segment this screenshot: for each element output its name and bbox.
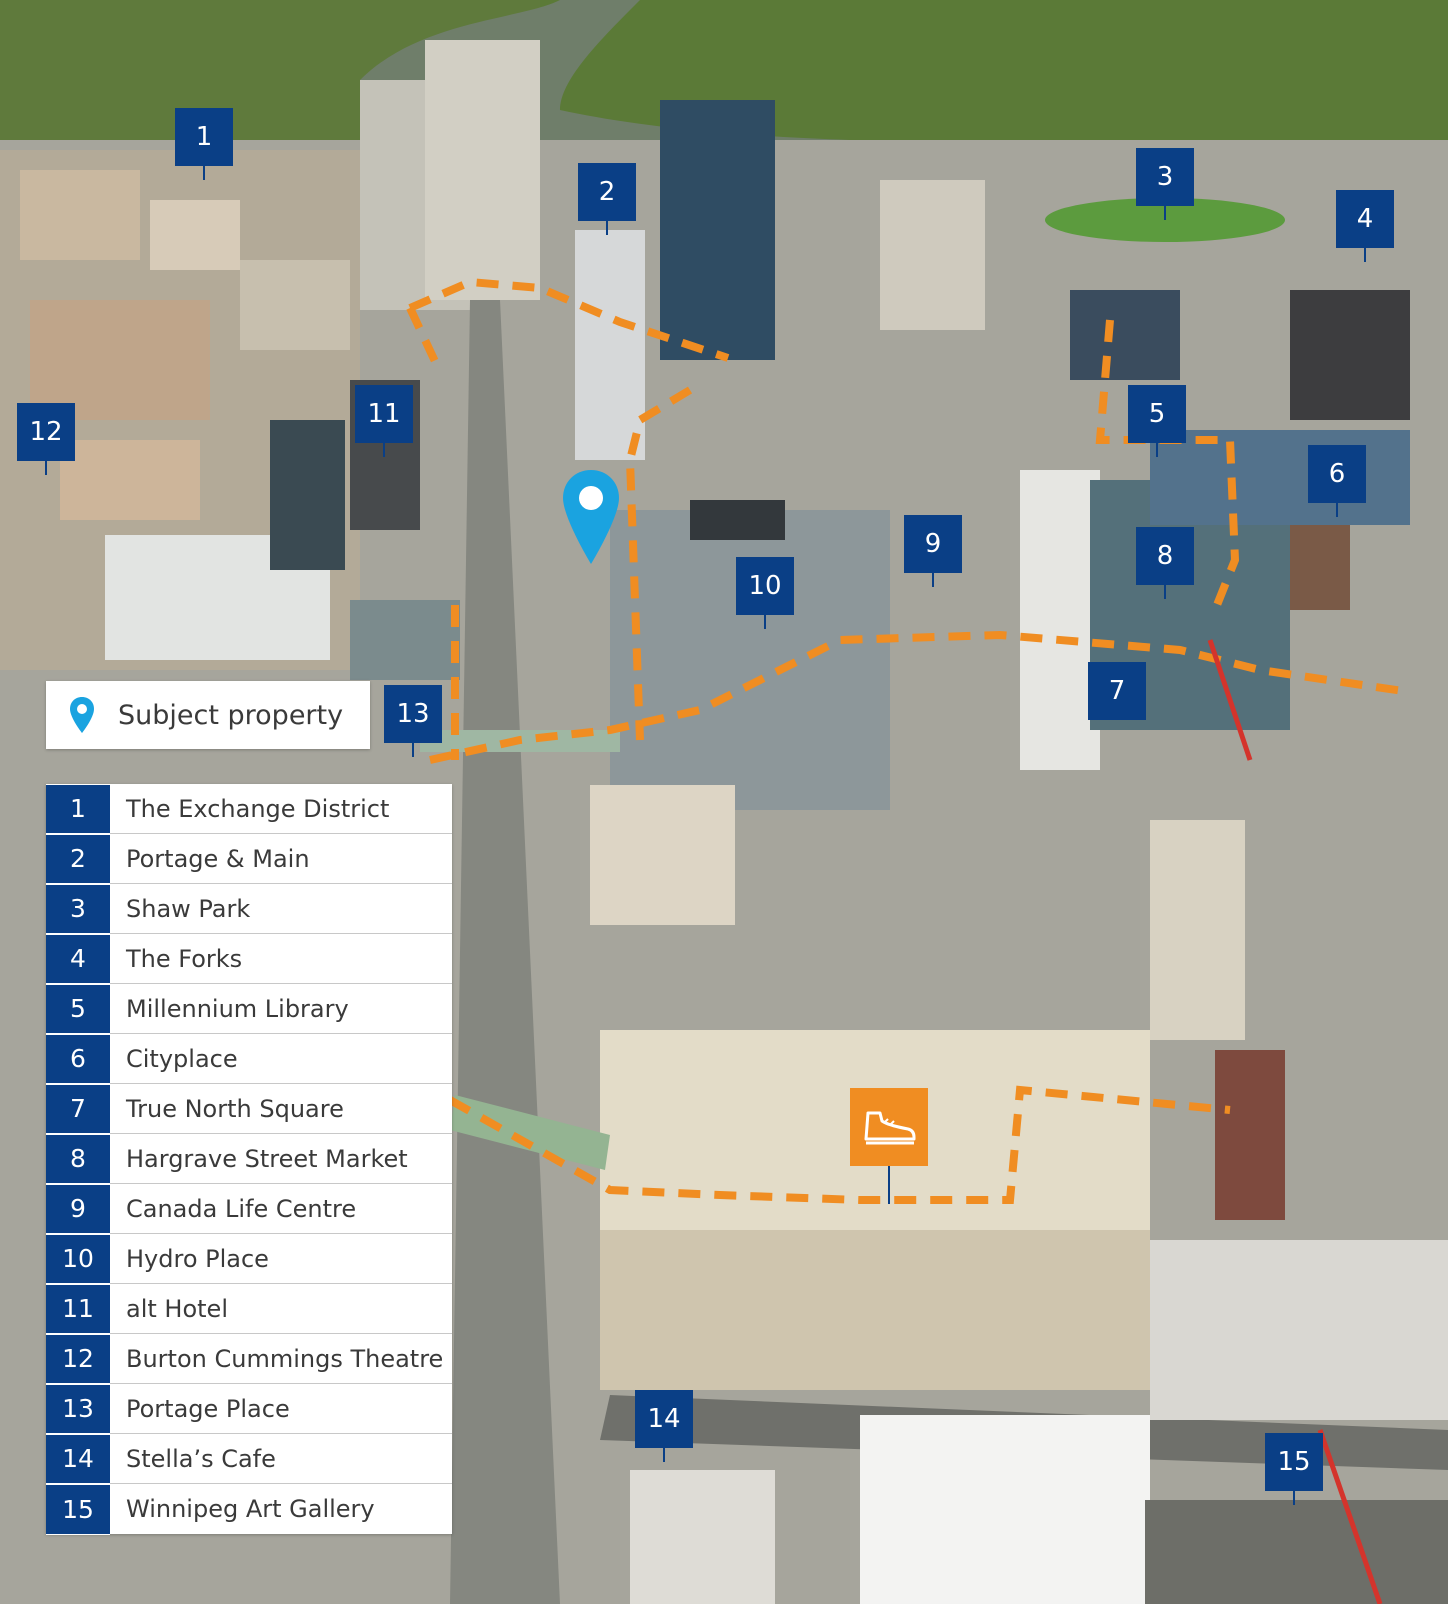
walking-shoe-icon xyxy=(864,1111,916,1145)
walkway-shoe-badge[interactable] xyxy=(850,1088,928,1166)
marker-number: 13 xyxy=(396,699,430,729)
marker-number: 2 xyxy=(598,177,616,207)
marker-number: 10 xyxy=(748,571,782,601)
legend-number: 4 xyxy=(46,934,110,984)
legend-label: Portage & Main xyxy=(126,844,310,873)
legend-label: Portage Place xyxy=(126,1394,290,1423)
map-marker-10[interactable]: 10 xyxy=(736,557,794,629)
map-marker-3[interactable]: 3 xyxy=(1136,148,1194,220)
marker-number: 8 xyxy=(1156,541,1174,571)
marker-number: 6 xyxy=(1328,459,1346,489)
legend-number: 7 xyxy=(46,1084,110,1134)
legend-label: Cityplace xyxy=(126,1044,238,1073)
legend-label: Millennium Library xyxy=(126,994,349,1023)
legend-row[interactable]: 3 Shaw Park xyxy=(46,884,452,934)
legend-number: 8 xyxy=(46,1134,110,1184)
subject-property-pin-icon[interactable] xyxy=(560,468,622,568)
legend-row[interactable]: 10 Hydro Place xyxy=(46,1234,452,1284)
legend-number: 2 xyxy=(46,834,110,884)
legend-label: The Exchange District xyxy=(126,794,390,823)
legend-row[interactable]: 13 Portage Place xyxy=(46,1384,452,1434)
legend-number: 15 xyxy=(46,1484,110,1535)
legend-label: Hargrave Street Market xyxy=(126,1144,408,1173)
legend-label: Stella’s Cafe xyxy=(126,1444,276,1473)
legend-label: alt Hotel xyxy=(126,1294,228,1323)
legend-number: 14 xyxy=(46,1434,110,1484)
legend-number: 5 xyxy=(46,984,110,1034)
marker-number: 12 xyxy=(29,417,63,447)
legend-number: 3 xyxy=(46,884,110,934)
map-marker-15[interactable]: 15 xyxy=(1265,1433,1323,1505)
marker-number: 1 xyxy=(195,122,213,152)
legend-label: Hydro Place xyxy=(126,1244,269,1273)
legend-number: 13 xyxy=(46,1384,110,1434)
map-marker-14[interactable]: 14 xyxy=(635,1390,693,1462)
legend-row[interactable]: 4 The Forks xyxy=(46,934,452,984)
legend-row[interactable]: 15 Winnipeg Art Gallery xyxy=(46,1484,452,1535)
legend-row[interactable]: 11 alt Hotel xyxy=(46,1284,452,1334)
map-marker-2[interactable]: 2 xyxy=(578,163,636,235)
marker-number: 9 xyxy=(924,529,942,559)
map-marker-8[interactable]: 8 xyxy=(1136,527,1194,599)
legend-row[interactable]: 1 The Exchange District xyxy=(46,784,452,834)
marker-number: 3 xyxy=(1156,162,1174,192)
subject-property-label: Subject property xyxy=(118,699,344,731)
legend-number: 6 xyxy=(46,1034,110,1084)
legend-row[interactable]: 7 True North Square xyxy=(46,1084,452,1134)
marker-number: 5 xyxy=(1148,399,1166,429)
legend-label: Canada Life Centre xyxy=(126,1194,357,1223)
legend-row[interactable]: 9 Canada Life Centre xyxy=(46,1184,452,1234)
legend-label: Winnipeg Art Gallery xyxy=(126,1495,375,1523)
map-marker-7[interactable]: 7 xyxy=(1088,662,1146,720)
legend-number: 11 xyxy=(46,1284,110,1334)
location-pin-icon xyxy=(46,696,118,734)
map-marker-4[interactable]: 4 xyxy=(1336,190,1394,262)
legend-number: 1 xyxy=(46,784,110,834)
map-marker-13[interactable]: 13 xyxy=(384,685,442,757)
legend-number: 9 xyxy=(46,1184,110,1234)
map-marker-12[interactable]: 12 xyxy=(17,403,75,475)
marker-number: 15 xyxy=(1277,1447,1311,1477)
marker-number: 11 xyxy=(367,399,401,429)
legend-label: True North Square xyxy=(126,1094,344,1123)
map-marker-9[interactable]: 9 xyxy=(904,515,962,587)
legend-number: 10 xyxy=(46,1234,110,1284)
marker-number: 7 xyxy=(1108,676,1126,706)
marker-number: 4 xyxy=(1356,204,1374,234)
legend-label: Shaw Park xyxy=(126,894,251,923)
legend-row[interactable]: 14 Stella’s Cafe xyxy=(46,1434,452,1484)
legend-row[interactable]: 8 Hargrave Street Market xyxy=(46,1134,452,1184)
walkway-badge-stem xyxy=(888,1166,890,1204)
map-marker-11[interactable]: 11 xyxy=(355,385,413,457)
map-marker-6[interactable]: 6 xyxy=(1308,445,1366,517)
legend-row[interactable]: 5 Millennium Library xyxy=(46,984,452,1034)
subject-property-key: Subject property xyxy=(46,681,370,749)
map-marker-5[interactable]: 5 xyxy=(1128,385,1186,457)
legend-row[interactable]: 2 Portage & Main xyxy=(46,834,452,884)
legend-label: Burton Cummings Theatre xyxy=(126,1344,444,1373)
legend-label: The Forks xyxy=(126,944,243,973)
legend-row[interactable]: 6 Cityplace xyxy=(46,1034,452,1084)
map-marker-1[interactable]: 1 xyxy=(175,108,233,180)
marker-number: 14 xyxy=(647,1404,681,1434)
legend-number: 12 xyxy=(46,1334,110,1384)
legend-row[interactable]: 12 Burton Cummings Theatre xyxy=(46,1334,452,1384)
landmark-legend: 1 The Exchange District 2 Portage & Main 3 Sh… xyxy=(46,784,452,1535)
